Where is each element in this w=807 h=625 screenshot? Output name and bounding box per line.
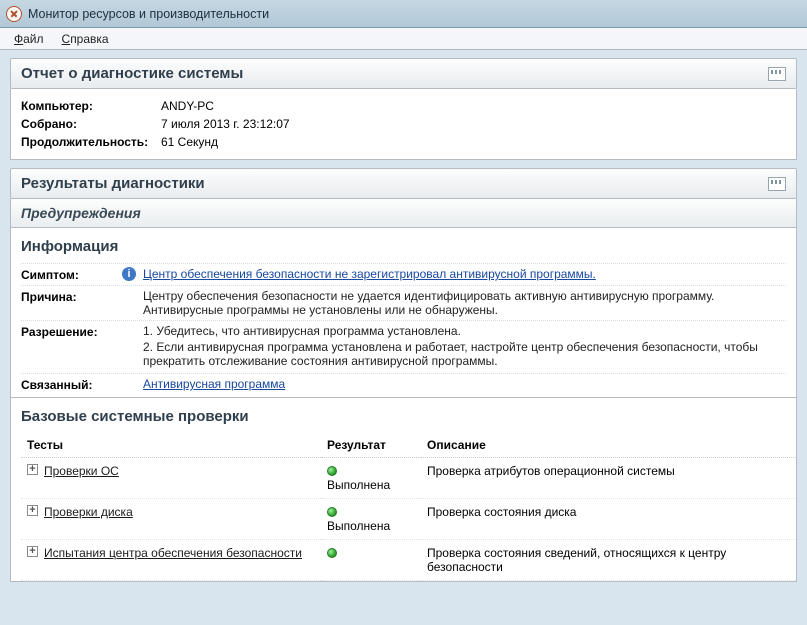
info-symptom: Симптом: i Центр обеспечения безопасност…	[21, 263, 786, 285]
info-resolution-1: 1. Убедитесь, что антивирусная программа…	[143, 324, 786, 338]
col-tests: Тесты	[21, 433, 321, 458]
report-header[interactable]: Отчет о диагностике системы	[10, 58, 797, 89]
checks-title: Базовые системные проверки	[21, 408, 796, 425]
status-led-icon	[327, 507, 337, 517]
table-row: + Проверки диска Выполнена Проверка состоян…	[21, 499, 796, 540]
info-related-value: Антивирусная программа	[143, 377, 786, 391]
menu-help[interactable]: Справка	[54, 30, 117, 48]
result-cell: Выполнена	[321, 499, 421, 540]
diag-dash-icon[interactable]	[768, 177, 786, 191]
info-symptom-link[interactable]: Центр обеспечения безопасности не зареги…	[143, 267, 596, 281]
info-cause-value: Центру обеспечения безопасности не удает…	[143, 289, 786, 317]
expand-icon[interactable]: +	[27, 505, 38, 516]
menubar: Файл Справка	[0, 28, 807, 50]
test-link[interactable]: Проверки диска	[44, 505, 133, 519]
info-block: Информация Симптом: i Центр обеспечения …	[10, 228, 797, 398]
table-row: + Испытания центра обеспечения безопаснос…	[21, 540, 796, 581]
test-cell: + Проверки ОС	[21, 458, 321, 499]
test-cell: + Испытания центра обеспечения безопаснос…	[21, 540, 321, 581]
table-row: + Проверки ОС Выполнена Проверка атрибутов …	[21, 458, 796, 499]
col-desc: Описание	[421, 433, 796, 458]
meta-duration-value: 61 Секунд	[161, 135, 218, 149]
test-cell: + Проверки диска	[21, 499, 321, 540]
info-cause-label: Причина:	[21, 289, 121, 304]
desc-cell: Проверка атрибутов операционной системы	[421, 458, 796, 499]
meta-computer-value: ANDY-PC	[161, 99, 214, 113]
result-text: Выполнена	[327, 519, 390, 533]
app-icon	[6, 6, 22, 22]
status-led-icon	[327, 466, 337, 476]
menu-file-label: айл	[23, 32, 43, 46]
warnings-header[interactable]: Предупреждения	[10, 199, 797, 228]
info-symptom-icon: i	[121, 267, 137, 281]
result-cell: Выполнена	[321, 458, 421, 499]
info-symptom-label: Симптом:	[21, 267, 121, 282]
info-resolution-label: Разрешение:	[21, 324, 121, 339]
info-badge-icon: i	[122, 267, 136, 281]
titlebar[interactable]: Монитор ресурсов и производительности	[0, 0, 807, 28]
checks-table: Тесты Результат Описание + Проверки ОС Вып…	[21, 433, 796, 581]
info-related: Связанный: Антивирусная программа	[21, 373, 786, 395]
diag-title: Результаты диагностики	[21, 175, 205, 192]
desc-cell: Проверка состояния сведений, относящихся…	[421, 540, 796, 581]
test-link[interactable]: Проверки ОС	[44, 464, 119, 478]
meta-computer-label: Компьютер:	[21, 99, 161, 113]
content: Отчет о диагностике системы Компьютер: A…	[0, 50, 807, 582]
report-dash-icon[interactable]	[768, 67, 786, 81]
expand-icon[interactable]: +	[27, 546, 38, 557]
checks-block: Базовые системные проверки Тесты Результ…	[10, 398, 797, 582]
meta-collected-value: 7 июля 2013 г. 23:12:07	[161, 117, 290, 131]
info-resolution-2: 2. Если антивирусная программа установле…	[143, 340, 786, 368]
info-symptom-value: Центр обеспечения безопасности не зареги…	[143, 267, 786, 281]
meta-duration-label: Продолжительность:	[21, 135, 161, 149]
meta-duration: Продолжительность: 61 Секунд	[21, 133, 786, 151]
meta-collected-label: Собрано:	[21, 117, 161, 131]
info-title: Информация	[21, 238, 786, 255]
info-related-link[interactable]: Антивирусная программа	[143, 377, 285, 391]
checks-header-row: Тесты Результат Описание	[21, 433, 796, 458]
expand-icon[interactable]: +	[27, 464, 38, 475]
status-led-icon	[327, 548, 337, 558]
info-related-label: Связанный:	[21, 377, 121, 392]
diag-header[interactable]: Результаты диагностики	[10, 168, 797, 199]
warnings-title: Предупреждения	[21, 205, 141, 221]
info-cause: Причина: Центру обеспечения безопасности…	[21, 285, 786, 320]
col-result: Результат	[321, 433, 421, 458]
report-title: Отчет о диагностике системы	[21, 65, 243, 82]
result-text: Выполнена	[327, 478, 390, 492]
meta-collected: Собрано: 7 июля 2013 г. 23:12:07	[21, 115, 786, 133]
test-link[interactable]: Испытания центра обеспечения безопасност…	[44, 546, 302, 560]
report-meta: Компьютер: ANDY-PC Собрано: 7 июля 2013 …	[10, 89, 797, 160]
desc-cell: Проверка состояния диска	[421, 499, 796, 540]
titlebar-text: Монитор ресурсов и производительности	[28, 7, 269, 21]
info-resolution: Разрешение: 1. Убедитесь, что антивирусн…	[21, 320, 786, 373]
menu-help-label: правка	[70, 32, 108, 46]
meta-computer: Компьютер: ANDY-PC	[21, 97, 786, 115]
info-resolution-value: 1. Убедитесь, что антивирусная программа…	[143, 324, 786, 370]
result-cell	[321, 540, 421, 581]
menu-file[interactable]: Файл	[6, 30, 52, 48]
